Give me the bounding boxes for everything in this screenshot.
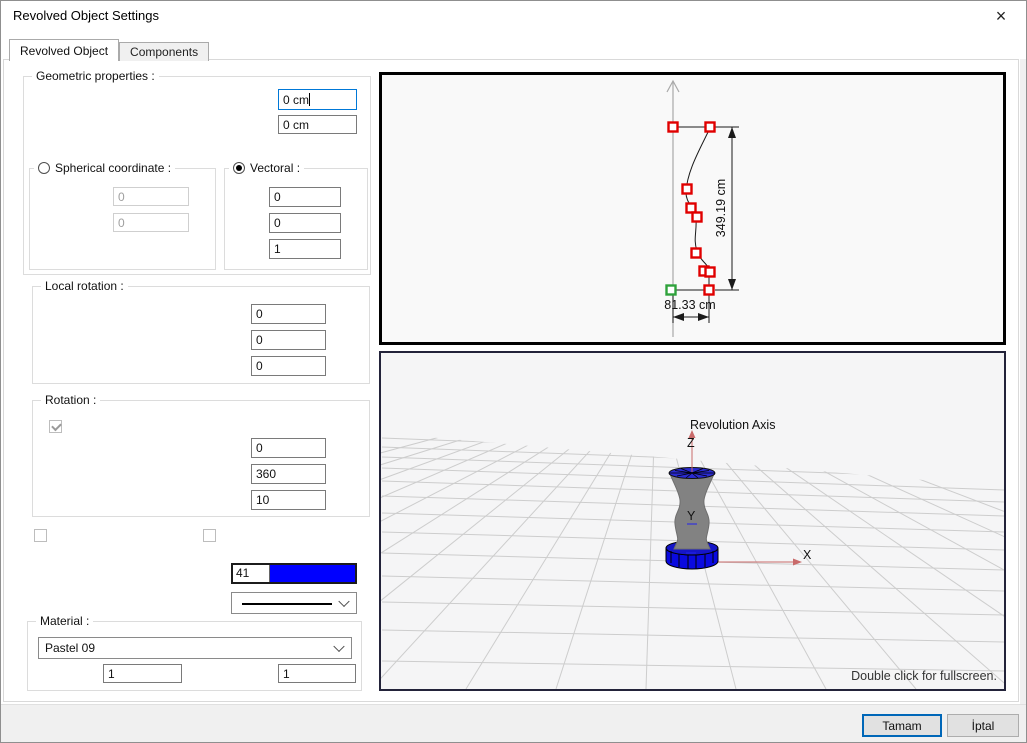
profile-handle[interactable] <box>706 268 715 277</box>
segment-count-input[interactable]: 10 <box>251 490 326 510</box>
page-right-strip <box>1020 59 1027 743</box>
revolved-object-settings-dialog: Revolved Object Settings × Revolved Obje… <box>0 0 1027 743</box>
title-bar: Revolved Object Settings × <box>1 1 1026 31</box>
z-rotation-input[interactable]: 0 <box>251 356 326 376</box>
revolution-axis-label: Revolution Axis <box>690 418 775 432</box>
distance-value: 0 cm <box>283 118 309 132</box>
x-rotation-input[interactable]: 0 <box>251 304 326 324</box>
profile-handle[interactable] <box>693 213 702 222</box>
profile-handle[interactable] <box>669 123 678 132</box>
render-preview-panel[interactable]: Revolution Axis Z Y X Double click for f… <box>379 351 1006 691</box>
color-number: 41 <box>233 565 270 582</box>
color-swatch <box>270 565 355 582</box>
height-dimension-label: 349.19 cm <box>714 179 728 237</box>
tab-strip: Revolved Object Components <box>9 39 209 61</box>
y-rotation-value: 0 <box>256 333 263 347</box>
segment-count-value: 10 <box>256 493 269 507</box>
material-select[interactable]: Pastel 09 <box>38 637 352 659</box>
profile-handle-selected[interactable] <box>667 286 676 295</box>
tile-x-input[interactable]: 1 <box>103 664 182 683</box>
dialog-footer: Tamam İptal <box>1 704 1026 743</box>
profile-preview-panel[interactable]: 349.19 cm 81.33 cm <box>379 72 1006 345</box>
angle-value: 360 <box>256 467 276 481</box>
cover-end-checkbox <box>203 529 216 542</box>
close-icon[interactable]: × <box>988 3 1014 29</box>
group-material-legend: Material : <box>36 614 93 628</box>
profile-handle[interactable] <box>692 249 701 258</box>
tab-revolved-object-label: Revolved Object <box>20 44 108 58</box>
profile-handle[interactable] <box>705 286 714 295</box>
horizontal-value: 0 <box>118 190 125 204</box>
cancel-button[interactable]: İptal <box>947 714 1019 737</box>
spherical-radio-label: Spherical coordinate : <box>55 161 171 175</box>
vertical-value: 0 <box>118 216 125 230</box>
group-local-rotation-legend: Local rotation : <box>41 279 128 293</box>
tile-x-value: 1 <box>108 667 115 681</box>
profile-handle[interactable] <box>687 204 696 213</box>
z-axis-label: Z <box>687 436 695 450</box>
x-rotation-value: 0 <box>256 307 263 321</box>
vertical-input: 0 <box>113 213 189 232</box>
width-dimension-label: 81.33 cm <box>664 298 715 312</box>
chevron-down-icon <box>333 641 344 652</box>
chevron-down-icon <box>338 596 349 607</box>
profile-handle[interactable] <box>706 123 715 132</box>
tile-y-value: 1 <box>283 667 290 681</box>
color-picker[interactable]: 41 <box>231 563 357 584</box>
line-type-sample <box>242 603 332 605</box>
vector-y-input[interactable]: 0 <box>269 213 341 233</box>
window-title: Revolved Object Settings <box>13 8 159 23</box>
profile-handle[interactable] <box>683 185 692 194</box>
x-axis-label: X <box>803 548 812 562</box>
tab-components-label: Components <box>130 45 198 59</box>
horizontal-input: 0 <box>113 187 189 206</box>
group-rotation-legend: Rotation : <box>41 393 100 407</box>
fullscreen-hint: Double click for fullscreen. <box>851 669 997 683</box>
vector-z-value: 1 <box>274 242 281 256</box>
dim-arrow-icon <box>698 313 709 321</box>
tab-components[interactable]: Components <box>119 42 209 61</box>
start-angle-value: 0 <box>256 441 263 455</box>
start-angle-input[interactable]: 0 <box>251 438 326 458</box>
vector-x-value: 0 <box>274 190 281 204</box>
vector-y-value: 0 <box>274 216 281 230</box>
cover-start-checkbox <box>34 529 47 542</box>
vector-x-input[interactable]: 0 <box>269 187 341 207</box>
vector-z-input[interactable]: 1 <box>269 239 341 259</box>
dim-arrow-icon <box>728 279 736 290</box>
tab-revolved-object[interactable]: Revolved Object <box>9 39 119 61</box>
text-caret <box>309 93 310 106</box>
handle-elevation-value: 0 cm <box>283 93 309 107</box>
handle-elevation-input[interactable]: 0 cm <box>278 89 357 110</box>
vectoral-radio[interactable] <box>233 162 245 174</box>
spherical-radio[interactable] <box>38 162 50 174</box>
angle-input[interactable]: 360 <box>251 464 326 484</box>
tile-y-input[interactable]: 1 <box>278 664 356 683</box>
clockwise-checkbox <box>49 420 62 433</box>
distance-input[interactable]: 0 cm <box>278 115 357 134</box>
material-selected-value: Pastel 09 <box>45 641 95 655</box>
dim-arrow-icon <box>673 313 684 321</box>
dim-arrow-icon <box>728 127 736 138</box>
z-rotation-value: 0 <box>256 359 263 373</box>
ok-button[interactable]: Tamam <box>862 714 942 737</box>
y-axis-label: Y <box>687 509 696 523</box>
vectoral-radio-label: Vectoral : <box>250 161 300 175</box>
profile-handles <box>667 123 715 295</box>
group-geometric-properties-legend: Geometric properties : <box>32 69 159 83</box>
y-rotation-input[interactable]: 0 <box>251 330 326 350</box>
line-type-select[interactable] <box>231 592 357 614</box>
